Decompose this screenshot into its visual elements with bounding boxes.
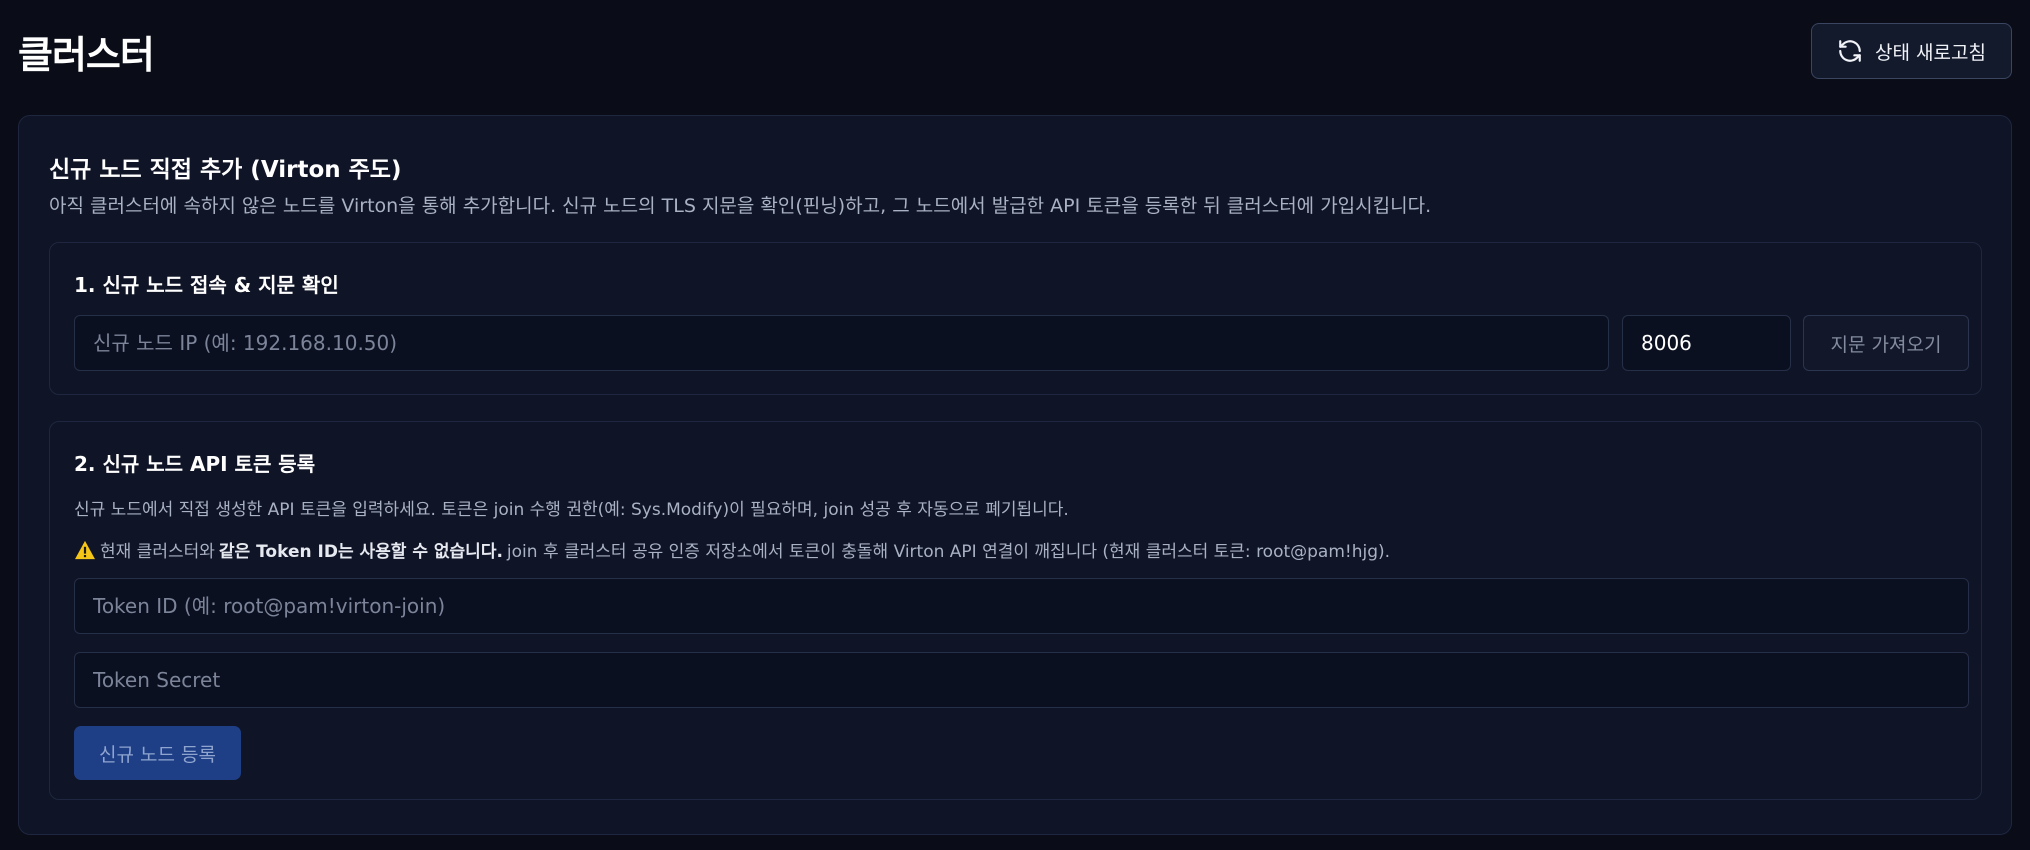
token-warning: 현재 클러스터와 같은 Token ID는 사용할 수 없습니다. join 후… (74, 537, 1390, 562)
register-node-button[interactable]: 신규 노드 등록 (74, 726, 241, 780)
warning-prefix: 현재 클러스터와 (100, 542, 215, 562)
add-node-panel: 신규 노드 직접 추가 (Virton 주도) 아직 클러스터에 속하지 않은 … (18, 115, 2012, 835)
warning-suffix: join 후 클러스터 공유 인증 저장소에서 토큰이 충돌해 Virton A… (506, 542, 1391, 562)
step1-section: 1. 신규 노드 접속 & 지문 확인 지문 가져오기 (49, 242, 1982, 395)
step2-section: 2. 신규 노드 API 토큰 등록 신규 노드에서 직접 생성한 API 토큰… (49, 421, 1982, 800)
refresh-status-button[interactable]: 상태 새로고침 (1811, 23, 2012, 79)
warning-icon (75, 540, 95, 559)
step2-title: 2. 신규 노드 API 토큰 등록 (74, 452, 316, 476)
warning-bold: 같은 Token ID는 사용할 수 없습니다. (218, 542, 503, 562)
token-secret-input[interactable] (74, 652, 1969, 708)
panel-description: 아직 클러스터에 속하지 않은 노드를 Virton을 통해 추가합니다. 신규… (49, 195, 1432, 217)
refresh-icon (1839, 40, 1861, 62)
token-id-input[interactable] (74, 578, 1969, 634)
panel-title: 신규 노드 직접 추가 (Virton 주도) (49, 157, 402, 183)
fetch-fingerprint-button[interactable]: 지문 가져오기 (1803, 315, 1969, 371)
node-port-input[interactable] (1622, 315, 1791, 371)
page-title: 클러스터 (18, 33, 155, 77)
step1-title: 1. 신규 노드 접속 & 지문 확인 (74, 273, 339, 297)
node-ip-input[interactable] (74, 315, 1609, 371)
page-header: 클러스터 상태 새로고침 (0, 0, 2030, 104)
step2-description: 신규 노드에서 직접 생성한 API 토큰을 입력하세요. 토큰은 join 수… (74, 500, 1069, 520)
refresh-status-label: 상태 새로고침 (1875, 41, 1986, 64)
